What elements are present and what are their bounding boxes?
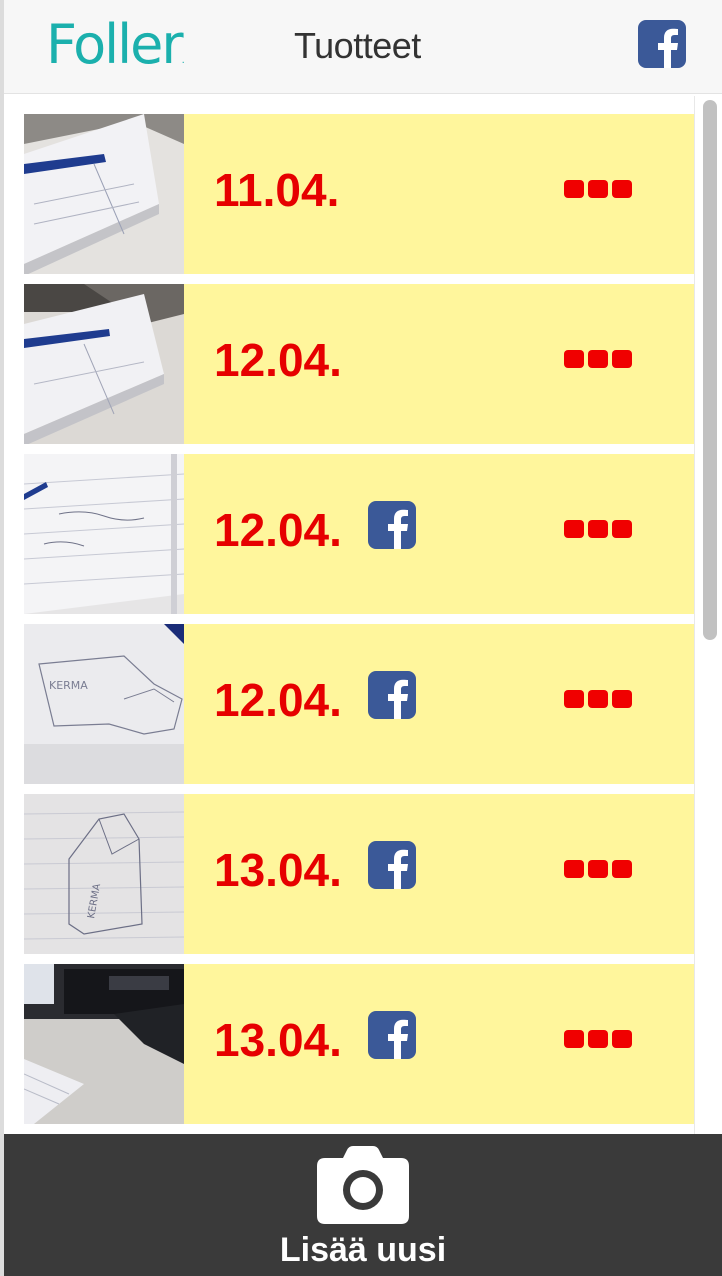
photo-notebook-blue-pen-thumbnail[interactable] bbox=[24, 114, 184, 274]
more-options-button[interactable] bbox=[564, 1030, 634, 1048]
dot bbox=[612, 180, 632, 198]
item-date: 13.04. bbox=[214, 1014, 342, 1066]
dot bbox=[588, 690, 608, 708]
camera-icon bbox=[317, 1146, 409, 1224]
facebook-icon[interactable] bbox=[368, 671, 416, 719]
dot bbox=[588, 180, 608, 198]
add-new-label: Lisää uusi bbox=[279, 1231, 447, 1269]
photo-sketch-vertical-tag-thumbnail[interactable]: KERMA bbox=[24, 794, 184, 954]
facebook-icon[interactable] bbox=[368, 1011, 416, 1059]
dot bbox=[564, 180, 584, 198]
dot bbox=[564, 350, 584, 368]
item-date: 12.04. bbox=[214, 504, 342, 556]
list-item[interactable]: 12.04. bbox=[24, 284, 694, 444]
more-options-button[interactable] bbox=[564, 350, 634, 368]
photo-desk-monitor-thumbnail[interactable] bbox=[24, 964, 184, 1124]
list-item[interactable]: 11.04. bbox=[24, 114, 694, 274]
dot bbox=[588, 1030, 608, 1048]
dot bbox=[588, 350, 608, 368]
foller-logo[interactable]: Foller. bbox=[46, 14, 185, 92]
product-list: 11.04. 12.04. 12.04. KERMA 12.04. KERMA … bbox=[24, 114, 694, 1134]
dot bbox=[612, 1030, 632, 1048]
facebook-icon[interactable] bbox=[368, 501, 416, 549]
photo-notebook-blue-pen-thumbnail[interactable] bbox=[24, 284, 184, 444]
list-item[interactable]: KERMA 12.04. bbox=[24, 624, 694, 784]
list-item[interactable]: 12.04. bbox=[24, 454, 694, 614]
dot bbox=[564, 520, 584, 538]
dot bbox=[564, 860, 584, 878]
scrollbar[interactable] bbox=[694, 96, 722, 1134]
dot bbox=[612, 860, 632, 878]
dot bbox=[612, 520, 632, 538]
page-title: Tuotteet bbox=[294, 25, 421, 66]
photo-lined-notebook-writing-thumbnail[interactable] bbox=[24, 454, 184, 614]
add-new-button[interactable]: Lisää uusi bbox=[4, 1134, 722, 1276]
list-item[interactable]: 13.04. bbox=[24, 964, 694, 1124]
more-options-button[interactable] bbox=[564, 690, 634, 708]
more-options-button[interactable] bbox=[564, 180, 634, 198]
dot bbox=[612, 690, 632, 708]
dot bbox=[588, 520, 608, 538]
photo-sketch-tag-thumbnail[interactable]: KERMA bbox=[24, 624, 184, 784]
dot bbox=[564, 690, 584, 708]
logo-dot: . bbox=[181, 55, 185, 66]
logo-text: Foller bbox=[46, 13, 184, 76]
item-date: 12.04. bbox=[214, 334, 342, 386]
item-date: 13.04. bbox=[214, 844, 342, 896]
app: Foller. Tuotteet 11.04. 12.04. 12.04. KE… bbox=[0, 0, 722, 1276]
more-options-button[interactable] bbox=[564, 520, 634, 538]
dot bbox=[564, 1030, 584, 1048]
header-bar: Foller. Tuotteet bbox=[4, 0, 722, 94]
facebook-icon[interactable] bbox=[638, 20, 686, 68]
dot bbox=[588, 860, 608, 878]
item-date: 12.04. bbox=[214, 674, 342, 726]
scrollbar-thumb[interactable] bbox=[703, 100, 717, 640]
dot bbox=[612, 350, 632, 368]
list-item[interactable]: KERMA 13.04. bbox=[24, 794, 694, 954]
more-options-button[interactable] bbox=[564, 860, 634, 878]
item-date: 11.04. bbox=[214, 164, 340, 216]
svg-text:KERMA: KERMA bbox=[49, 679, 88, 692]
facebook-icon[interactable] bbox=[368, 841, 416, 889]
